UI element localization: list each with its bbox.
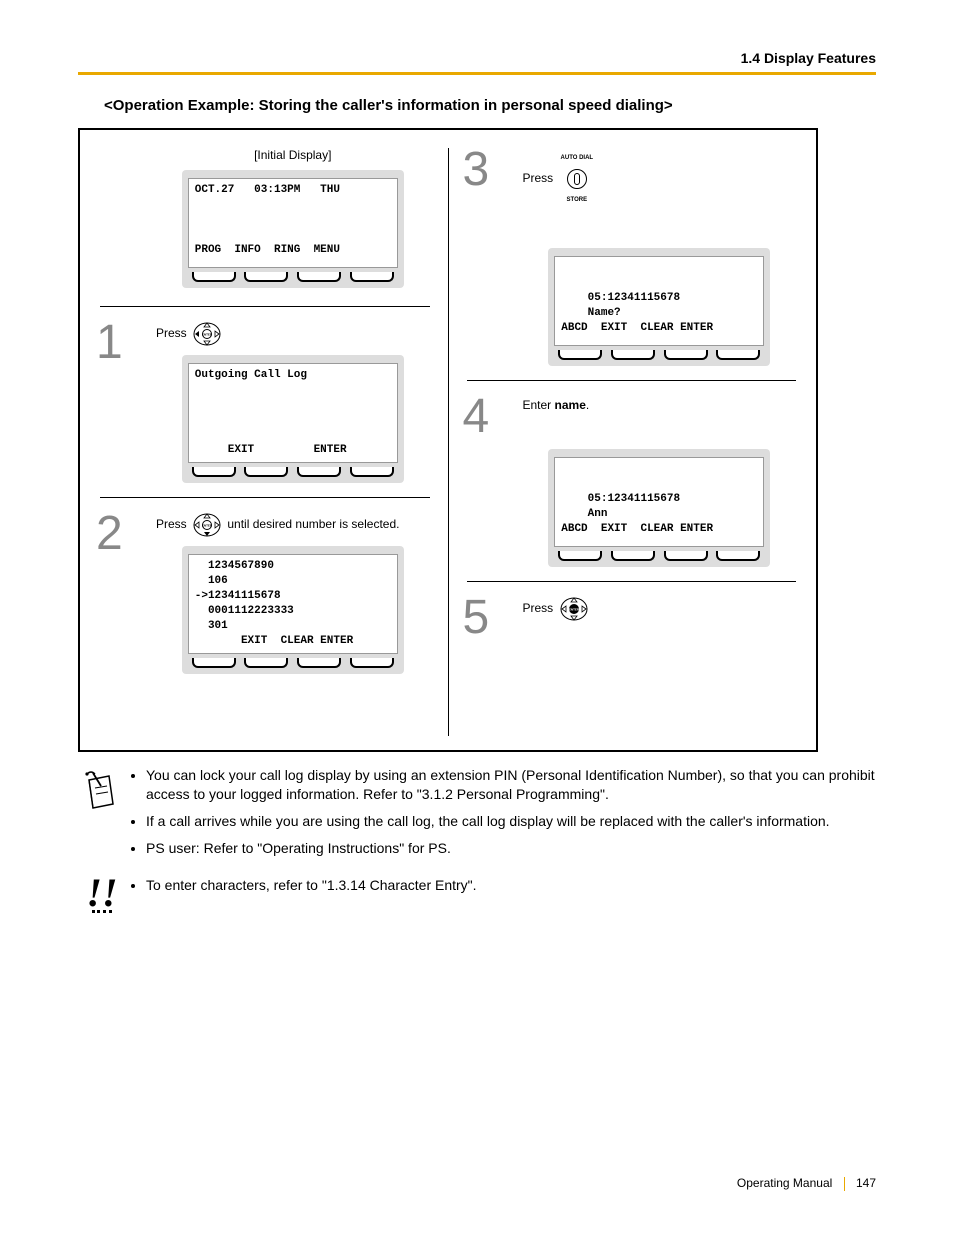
lcd-initial-line: OCT.27 03:13PM THU [195, 184, 340, 196]
operation-box: [Initial Display] OCT.27 03:13PM THU PRO… [78, 128, 818, 752]
lcd-step3: 05:12341115678 Name? ABCD EXIT CLEAR ENT… [548, 248, 770, 366]
svg-text:ENTER: ENTER [202, 333, 213, 337]
svg-text:ENTER: ENTER [202, 524, 213, 528]
step4-name: name [555, 398, 586, 412]
step-number-4: 4 [463, 389, 490, 444]
lcd-step4-body: 05:12341115678 Ann [561, 493, 680, 520]
note-item: PS user: Refer to "Operating Instruction… [146, 839, 876, 858]
lcd-step2-body: 1234567890 106 ->12341115678 00011122233… [195, 560, 294, 632]
lcd-step4: 05:12341115678 Ann ABCD EXIT CLEAR ENTER [548, 449, 770, 567]
softkey [244, 658, 288, 668]
step2-press: Press [156, 517, 187, 531]
softkey [192, 467, 236, 477]
svg-text:ENTER: ENTER [568, 608, 579, 612]
softkey [350, 467, 394, 477]
lcd-initial-soft: PROG INFO RING MENU [195, 244, 340, 256]
notes-block-1: You can lock your call log display by us… [78, 766, 876, 866]
softkey [664, 551, 708, 561]
step-number-3: 3 [463, 142, 490, 197]
step5-press: Press [523, 601, 554, 615]
softkey [297, 658, 341, 668]
softkey [558, 551, 602, 561]
softkey [350, 272, 394, 282]
softkey [192, 272, 236, 282]
notes-block-2: !! To enter characters, refer to "1.3.14… [78, 876, 876, 916]
footer-page: 147 [856, 1176, 876, 1190]
lcd-initial: OCT.27 03:13PM THU PROG INFO RING MENU [182, 170, 404, 288]
initial-display-label: [Initial Display] [156, 148, 430, 162]
nav-enter-icon: ENTER [192, 321, 222, 347]
softkey [350, 658, 394, 668]
step4-enter: Enter [523, 398, 555, 412]
step-number-1: 1 [96, 315, 123, 370]
lcd-step2-soft: EXIT CLEAR ENTER [195, 635, 353, 647]
nav-enter-center-icon: ENTER [559, 596, 589, 622]
header-section: 1.4 Display Features [78, 50, 876, 72]
lcd-step2: 1234567890 106 ->12341115678 00011122233… [182, 546, 404, 674]
lcd-step1-soft: EXIT ENTER [195, 444, 347, 456]
note-icon [78, 766, 126, 866]
lcd-step1: Outgoing Call Log EXIT ENTER [182, 355, 404, 483]
softkey [611, 551, 655, 561]
softkey [297, 467, 341, 477]
softkey [244, 272, 288, 282]
step3-press: Press [523, 171, 554, 185]
lcd-step3-body: 05:12341115678 Name? [561, 292, 680, 319]
important-icon: !! [78, 876, 126, 916]
step4-dot: . [586, 398, 589, 412]
autodial-top: AUTO DIAL [561, 148, 594, 168]
note-item: If a call arrives while you are using th… [146, 812, 876, 831]
step1-press: Press [156, 326, 187, 340]
footer-label: Operating Manual [737, 1176, 832, 1190]
footer-divider [844, 1177, 845, 1191]
step2-after: until desired number is selected. [227, 517, 399, 531]
autodial-bot: STORE [561, 190, 594, 210]
step-number-2: 2 [96, 506, 123, 561]
softkey [558, 350, 602, 360]
softkey [297, 272, 341, 282]
softkey [192, 658, 236, 668]
softkey [611, 350, 655, 360]
note-item: You can lock your call log display by us… [146, 766, 876, 804]
step-number-5: 5 [463, 590, 490, 645]
lcd-step1-line: Outgoing Call Log [195, 369, 307, 381]
softkey [244, 467, 288, 477]
softkey [716, 350, 760, 360]
lcd-step4-soft: ABCD EXIT CLEAR ENTER [561, 523, 713, 535]
softkey [664, 350, 708, 360]
lcd-step3-soft: ABCD EXIT CLEAR ENTER [561, 322, 713, 334]
section-title: <Operation Example: Storing the caller's… [104, 97, 876, 114]
softkey [716, 551, 760, 561]
note-item: To enter characters, refer to "1.3.14 Ch… [146, 876, 876, 895]
autodial-store-icon: AUTO DIAL STORE [561, 148, 594, 210]
footer: Operating Manual 147 [737, 1176, 876, 1191]
header-rule [78, 72, 876, 75]
nav-down-icon: ENTER [192, 512, 222, 538]
